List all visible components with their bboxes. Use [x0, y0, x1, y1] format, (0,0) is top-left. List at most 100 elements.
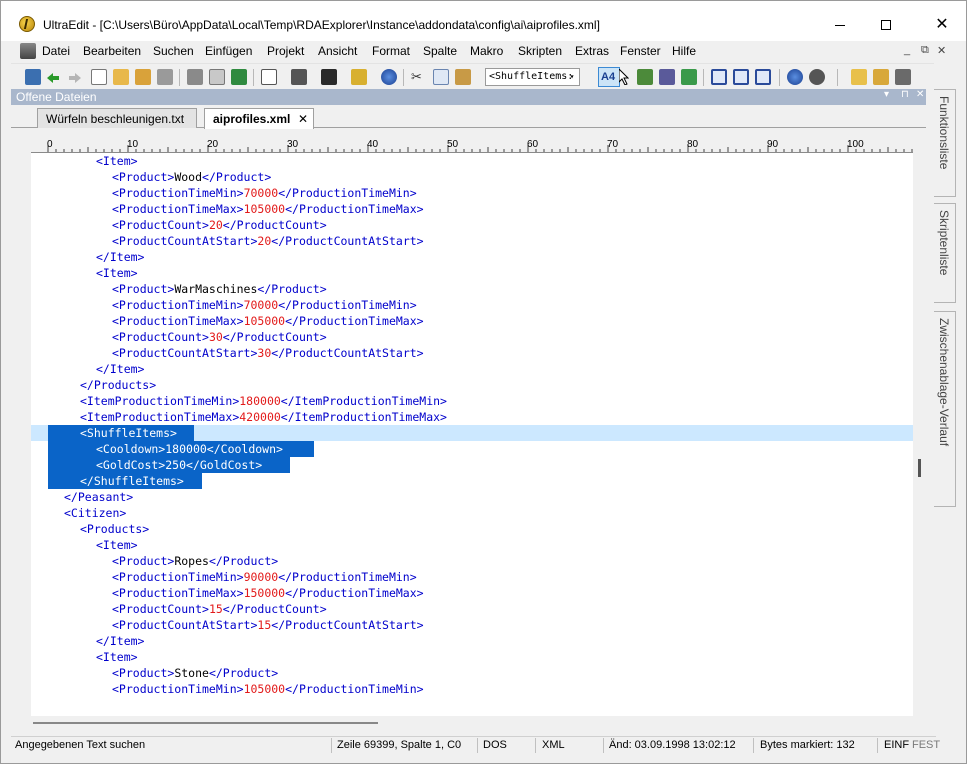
code-line[interactable]: <ProductCountAtStart>30</ProductCountAtS… [112, 345, 424, 361]
close-button[interactable]: ✕ [919, 9, 965, 41]
tools-icon[interactable] [895, 69, 911, 85]
cascade-windows-icon[interactable] [755, 69, 771, 85]
status-insert-mode[interactable]: EINF [884, 739, 909, 751]
find-in-files-icon[interactable] [681, 69, 697, 85]
menu-extras[interactable]: Extras [575, 44, 609, 58]
menu-fenster[interactable]: Fenster [620, 44, 661, 58]
cut-icon[interactable]: ✂ [411, 69, 427, 85]
code-line[interactable]: <ProductCountAtStart>15</ProductCountAtS… [112, 617, 424, 633]
open-folder-icon[interactable] [113, 69, 129, 85]
template-icon[interactable] [351, 69, 367, 85]
vertical-scrollbar[interactable] [913, 137, 927, 716]
mdi-minimize-button[interactable]: _ [904, 44, 910, 56]
code-line[interactable]: <ProductionTimeMin>70000</ProductionTime… [112, 297, 417, 313]
code-line[interactable]: <ProductCount>30</ProductCount> [112, 329, 327, 345]
panel-close-icon[interactable]: ✕ [916, 89, 924, 100]
browser-globe-icon[interactable] [381, 69, 397, 85]
new-file-icon[interactable] [91, 69, 107, 85]
code-line[interactable]: <ProductionTimeMax>105000</ProductionTim… [112, 313, 424, 329]
save-icon[interactable] [157, 69, 173, 85]
code-line[interactable]: <Product>WarMaschines</Product> [112, 281, 327, 297]
chevron-down-icon[interactable]: ▾ [566, 70, 578, 84]
menu-einfuegen[interactable]: Einfügen [205, 44, 252, 58]
tab-aiprofiles[interactable]: aiprofiles.xml ✕ [204, 108, 314, 129]
menu-format[interactable]: Format [372, 44, 410, 58]
status-line-ending[interactable]: DOS [483, 739, 507, 751]
mdi-close-button[interactable]: ✕ [937, 44, 946, 57]
menu-skripten[interactable]: Skripten [518, 44, 562, 58]
menu-datei[interactable]: Datei [42, 44, 70, 58]
paste-icon[interactable] [455, 69, 471, 85]
horizontal-scrollbar[interactable] [13, 716, 913, 730]
code-line[interactable]: </Peasant> [64, 489, 133, 505]
code-line[interactable]: <ProductCount>15</ProductCount> [112, 601, 327, 617]
panel-pin-icon[interactable]: ⊓ [901, 89, 909, 100]
side-tab-funktionsliste[interactable]: Funktionsliste [934, 89, 956, 197]
code-line[interactable]: <Product>Stone</Product> [112, 665, 278, 681]
code-line[interactable]: </Item> [96, 361, 144, 377]
menu-ansicht[interactable]: Ansicht [318, 44, 357, 58]
side-tab-zwischenablage[interactable]: Zwischenablage-Verlauf [934, 311, 956, 507]
code-line[interactable]: <Item> [96, 153, 138, 169]
code-line[interactable]: </Products> [80, 377, 156, 393]
mdi-restore-button[interactable]: ⧉ [921, 44, 929, 57]
code-line[interactable]: <GoldCost>250</GoldCost> [96, 457, 262, 473]
code-line[interactable]: <Product>Wood</Product> [112, 169, 271, 185]
maximize-button[interactable] [863, 9, 909, 41]
code-line[interactable]: <Products> [80, 521, 149, 537]
print-icon[interactable] [187, 69, 203, 85]
document-menu-icon[interactable] [20, 43, 36, 59]
code-line[interactable]: <ProductionTimeMin>105000</ProductionTim… [112, 681, 424, 697]
back-arrow-icon[interactable] [47, 72, 59, 83]
code-line[interactable]: <ShuffleItems> [80, 425, 177, 441]
excel-icon[interactable] [231, 69, 247, 85]
code-line[interactable]: </Item> [96, 249, 144, 265]
code-line[interactable]: <Item> [96, 265, 138, 281]
code-line[interactable]: <ProductionTimeMin>90000</ProductionTime… [112, 569, 417, 585]
info-icon[interactable] [787, 69, 803, 85]
menu-projekt[interactable]: Projekt [267, 44, 304, 58]
code-line[interactable]: <ItemProductionTimeMin>180000</ItemProdu… [80, 393, 447, 409]
code-line[interactable]: </Item> [96, 633, 144, 649]
menu-makro[interactable]: Makro [470, 44, 503, 58]
minimize-button[interactable] [817, 9, 863, 41]
tab-wuerfeln-beschleunigen[interactable]: Würfeln beschleunigen.txt [37, 108, 197, 128]
panel-menu-icon[interactable]: ▾ [884, 89, 889, 100]
horizontal-scroll-thumb[interactable] [33, 722, 378, 724]
code-editor[interactable]: <Item> <Product>Wood</Product> <Production… [31, 153, 913, 716]
code-line[interactable]: <ProductCountAtStart>20</ProductCountAtS… [112, 233, 424, 249]
document-properties-icon[interactable] [261, 69, 277, 85]
code-line[interactable]: <Citizen> [64, 505, 126, 521]
code-line[interactable]: <Product>Ropes</Product> [112, 553, 278, 569]
status-position[interactable]: Zeile 69399, Spalte 1, C0 [337, 739, 461, 751]
help-icon[interactable] [809, 69, 825, 85]
word-wrap-icon[interactable] [291, 69, 307, 85]
vertical-scroll-thumb[interactable] [918, 459, 921, 477]
code-line[interactable]: <ProductionTimeMin>70000</ProductionTime… [112, 185, 417, 201]
menu-spalte[interactable]: Spalte [423, 44, 457, 58]
menu-bearbeiten[interactable]: Bearbeiten [83, 44, 141, 58]
macro-icon[interactable] [873, 69, 889, 85]
find-next-icon[interactable] [637, 69, 653, 85]
side-tab-skriptenliste[interactable]: Skriptenliste [934, 203, 956, 303]
code-line[interactable]: <Item> [96, 537, 138, 553]
forward-arrow-icon[interactable] [69, 72, 81, 83]
code-line[interactable]: <ProductionTimeMax>150000</ProductionTim… [112, 585, 424, 601]
script-icon[interactable] [851, 69, 867, 85]
hex-mode-icon[interactable] [321, 69, 337, 85]
menu-hilfe[interactable]: Hilfe [672, 44, 696, 58]
menu-suchen[interactable]: Suchen [153, 44, 194, 58]
close-tab-icon[interactable]: ✕ [298, 112, 308, 126]
open-recent-icon[interactable] [135, 69, 151, 85]
replace-icon[interactable] [659, 69, 675, 85]
status-fixed-mode[interactable]: FEST [912, 739, 940, 751]
copy-icon[interactable] [433, 69, 449, 85]
code-line[interactable]: <Cooldown>180000</Cooldown> [96, 441, 283, 457]
code-line[interactable]: <ItemProductionTimeMax>420000</ItemProdu… [80, 409, 447, 425]
code-line[interactable]: </ShuffleItems> [80, 473, 184, 489]
print-preview-icon[interactable] [209, 69, 225, 85]
code-line[interactable]: <ProductionTimeMax>105000</ProductionTim… [112, 201, 424, 217]
status-syntax[interactable]: XML [542, 739, 565, 751]
ultraedit-app-icon[interactable] [19, 16, 35, 32]
code-line[interactable]: <Item> [96, 649, 138, 665]
